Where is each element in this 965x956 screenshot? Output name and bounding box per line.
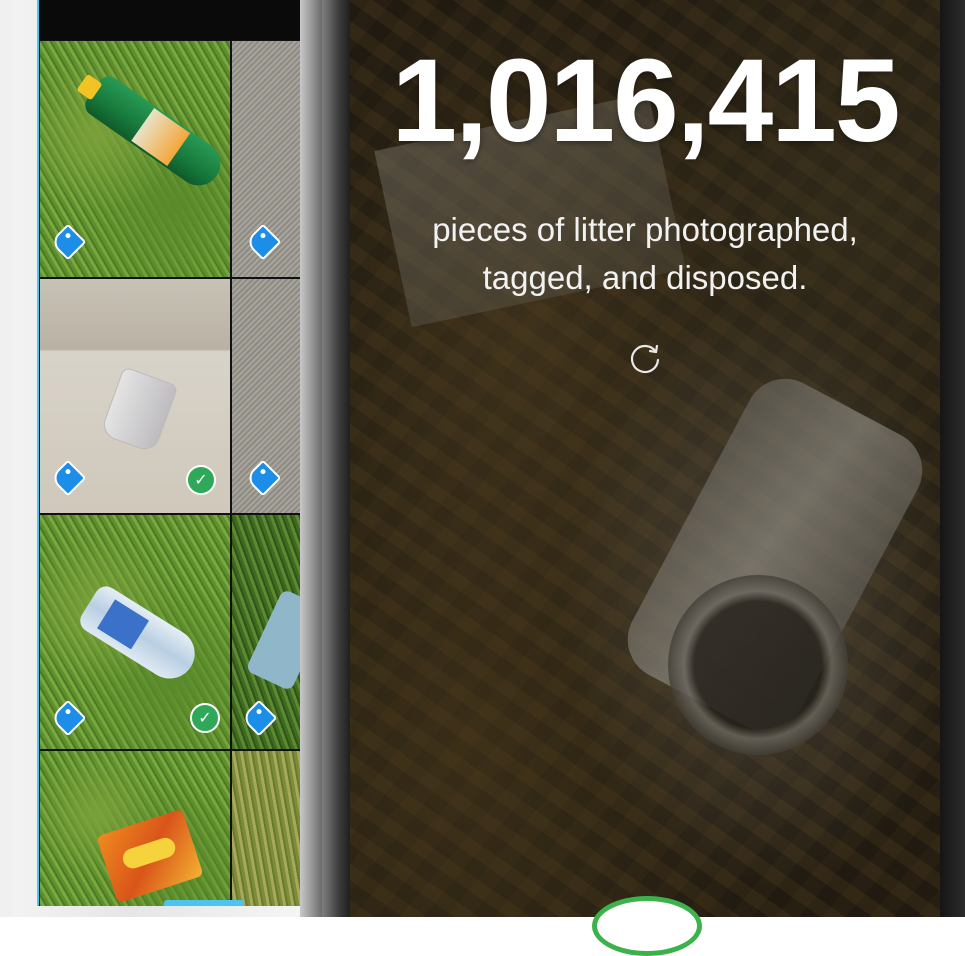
- litter-count: 1,016,415: [391, 35, 901, 167]
- photo-tile-sidewalk[interactable]: [231, 278, 309, 514]
- photo-tile-pavement[interactable]: [231, 40, 309, 278]
- tag-icon[interactable]: [49, 459, 87, 497]
- counter-caption: pieces of litter photographed, tagged, a…: [350, 206, 940, 302]
- photo-grid-screen: ✓ ✓: [37, 0, 309, 906]
- chip-bag-image: [96, 808, 204, 904]
- camera-action-button[interactable]: [592, 896, 702, 956]
- photo-tile-green-bottle[interactable]: [39, 40, 231, 278]
- bottom-tab-indicator[interactable]: [164, 900, 244, 906]
- tag-icon[interactable]: [49, 223, 87, 261]
- plastic-cup-image: [99, 366, 179, 454]
- caption-line-2: tagged, and disposed.: [482, 259, 808, 296]
- status-bar: [39, 0, 309, 40]
- page-margin: [0, 0, 12, 917]
- water-bottle-image: [75, 582, 205, 688]
- refresh-icon[interactable]: [625, 338, 665, 378]
- left-phone: ✓ ✓: [0, 0, 322, 917]
- photo-tile-plastic-cup[interactable]: ✓: [39, 278, 231, 514]
- tag-icon[interactable]: [240, 699, 278, 737]
- caption-line-1: pieces of litter photographed,: [432, 211, 858, 248]
- check-icon[interactable]: ✓: [186, 465, 216, 495]
- tag-icon[interactable]: [244, 459, 282, 497]
- tag-icon[interactable]: [244, 223, 282, 261]
- photo-tile-lawn[interactable]: [231, 750, 309, 906]
- tag-icon[interactable]: [49, 699, 87, 737]
- photo-tile-chip-bag[interactable]: [39, 750, 231, 906]
- photo-tile-blue-wrapper[interactable]: [231, 514, 309, 750]
- green-bottle-image: [76, 71, 230, 195]
- phone-bezel: [940, 0, 965, 917]
- photo-tile-water-bottle[interactable]: ✓: [39, 514, 231, 750]
- right-phone: 1,016,415 pieces of litter photographed,…: [322, 0, 965, 956]
- phone-bezel: [322, 0, 350, 917]
- phone-bezel: [300, 0, 322, 917]
- check-icon[interactable]: ✓: [190, 703, 220, 733]
